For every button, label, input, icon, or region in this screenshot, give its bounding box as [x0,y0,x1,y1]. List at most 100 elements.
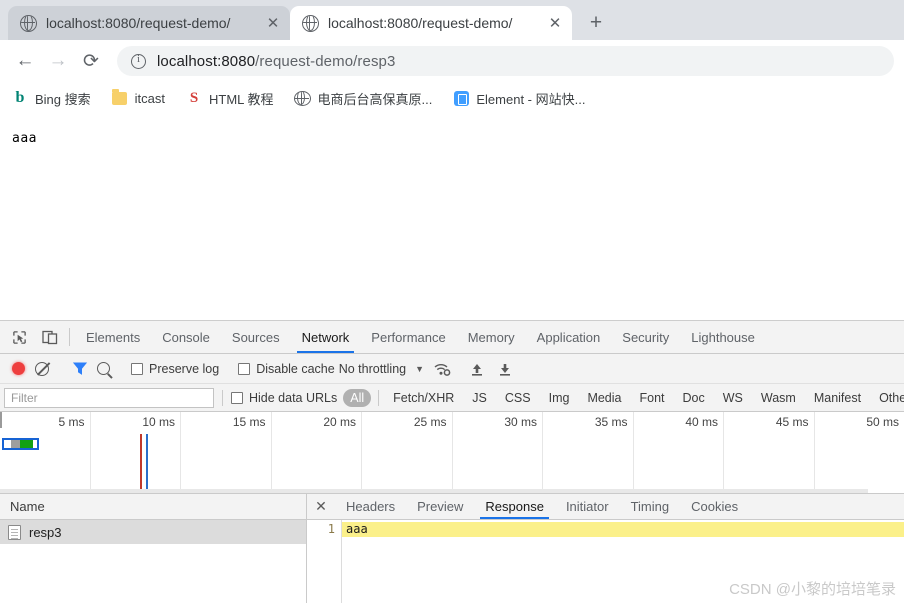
bookmark-label: itcast [135,91,165,106]
overview-scrollbar[interactable] [0,489,868,493]
response-code[interactable]: aaa [342,520,904,603]
record-button[interactable] [12,362,25,375]
search-icon[interactable] [97,362,110,375]
filter-input[interactable]: Filter [4,388,214,408]
checkbox[interactable] [131,363,143,375]
filter-chip-css[interactable]: CSS [498,389,538,407]
devtools-tab-performance[interactable]: Performance [360,321,456,353]
devtools-tab-application[interactable]: Application [526,321,612,353]
detail-tab-headers[interactable]: Headers [335,494,406,519]
detail-tab-cookies[interactable]: Cookies [680,494,749,519]
preserve-log-checkbox[interactable]: Preserve log [131,362,219,376]
clear-button[interactable] [35,362,49,376]
checkbox[interactable] [231,392,243,404]
info-circle-icon[interactable] [131,54,146,69]
close-icon[interactable]: ✕ [307,494,335,519]
filter-chip-js[interactable]: JS [465,389,494,407]
globe-icon [20,15,37,32]
timeline-tick-label: 10 ms [142,415,175,429]
timeline-cell: 35 ms [543,412,634,493]
timeline-tick-label: 50 ms [866,415,899,429]
throttling-select[interactable]: No throttling [339,362,406,376]
devtools-panel: Elements Console Sources Network Perform… [0,320,904,603]
devtools-tab-memory[interactable]: Memory [457,321,526,353]
disable-cache-label: Disable cache [256,362,335,376]
timeline-tick-label: 20 ms [323,415,356,429]
close-icon[interactable]: ✕ [264,14,282,32]
filter-chip-font[interactable]: Font [632,389,671,407]
chevron-down-icon[interactable]: ▼ [415,364,424,374]
timeline-grid: 5 ms 10 ms 15 ms 20 ms 25 ms 30 ms 35 ms… [0,412,904,493]
disable-cache-checkbox[interactable]: Disable cache [238,362,335,376]
network-bottom-split: Name resp3 ✕ Headers Preview Response In… [0,494,904,603]
timeline-tick-label: 25 ms [414,415,447,429]
bookmark-label: 电商后台高保真原... [318,89,433,108]
bookmark-itcast[interactable]: itcast [112,90,165,106]
filter-chip-img[interactable]: Img [542,389,577,407]
tab-title: localhost:8080/request-demo/ [46,15,255,31]
detail-tab-response[interactable]: Response [474,494,555,519]
checkbox[interactable] [238,363,250,375]
filter-chip-wasm[interactable]: Wasm [754,389,803,407]
bing-icon: b [12,90,28,106]
bookmark-html-tutorial[interactable]: S HTML 教程 [186,89,274,108]
back-button[interactable]: ← [10,46,40,76]
detail-tabbar: ✕ Headers Preview Response Initiator Tim… [307,494,904,520]
network-conditions-icon[interactable] [434,362,450,376]
bookmark-label: Element - 网站快... [476,89,585,108]
devtools-tab-elements[interactable]: Elements [75,321,151,353]
timeline-tick-label: 30 ms [504,415,537,429]
document-icon [8,525,21,540]
address-bar[interactable]: localhost:8080/request-demo/resp3 [117,46,894,76]
timeline-cell: 45 ms [724,412,815,493]
filter-chip-doc[interactable]: Doc [676,389,712,407]
timeline-tick-label: 45 ms [776,415,809,429]
browser-window: localhost:8080/request-demo/ ✕ localhost… [0,0,904,603]
devtools-tab-security[interactable]: Security [611,321,680,353]
detail-tab-timing[interactable]: Timing [620,494,681,519]
browser-tab-1[interactable]: localhost:8080/request-demo/ ✕ [8,6,290,40]
inspect-cursor-icon[interactable] [4,321,34,353]
export-har-icon[interactable] [498,362,512,376]
import-har-icon[interactable] [470,362,484,376]
filter-chip-manifest[interactable]: Manifest [807,389,868,407]
divider [222,390,223,406]
overview-request-bar [2,438,39,450]
network-overview-timeline[interactable]: 5 ms 10 ms 15 ms 20 ms 25 ms 30 ms 35 ms… [0,412,904,494]
divider [69,328,70,346]
table-row[interactable]: resp3 [0,520,306,544]
timeline-tick-label: 15 ms [233,415,266,429]
filter-icon[interactable] [73,362,87,375]
new-tab-button[interactable]: + [582,9,610,37]
filter-chip-fetch-xhr[interactable]: Fetch/XHR [386,389,461,407]
bookmark-element[interactable]: Element - 网站快... [453,89,585,108]
detail-tab-preview[interactable]: Preview [406,494,474,519]
timeline-cell: 30 ms [453,412,544,493]
requests-column-header[interactable]: Name [0,494,306,520]
filter-chip-other[interactable]: Other [872,389,904,407]
devtools-tab-network[interactable]: Network [291,321,361,353]
request-name: resp3 [29,525,62,540]
filter-chip-ws[interactable]: WS [716,389,750,407]
filter-chip-media[interactable]: Media [580,389,628,407]
request-download-segment [20,440,33,448]
devtools-tabbar: Elements Console Sources Network Perform… [0,321,904,354]
hide-data-urls-checkbox[interactable]: Hide data URLs [231,391,337,405]
html-icon: S [186,90,202,106]
detail-tab-initiator[interactable]: Initiator [555,494,620,519]
filter-chip-all[interactable]: All [343,389,371,407]
bookmark-ecommerce[interactable]: 电商后台高保真原... [295,89,433,108]
forward-button[interactable]: → [43,46,73,76]
reload-button[interactable]: ⟳ [76,46,106,76]
line-number: 1 [307,522,335,536]
device-toggle-icon[interactable] [34,321,64,353]
close-icon[interactable]: ✕ [546,14,564,32]
element-icon [453,90,469,106]
url-path: /request-demo/resp3 [255,53,395,70]
devtools-tab-sources[interactable]: Sources [221,321,291,353]
globe-icon [295,90,311,106]
devtools-tab-lighthouse[interactable]: Lighthouse [680,321,766,353]
bookmark-bing[interactable]: b Bing 搜索 [12,89,91,108]
devtools-tab-console[interactable]: Console [151,321,221,353]
browser-tab-2[interactable]: localhost:8080/request-demo/ ✕ [290,6,572,40]
